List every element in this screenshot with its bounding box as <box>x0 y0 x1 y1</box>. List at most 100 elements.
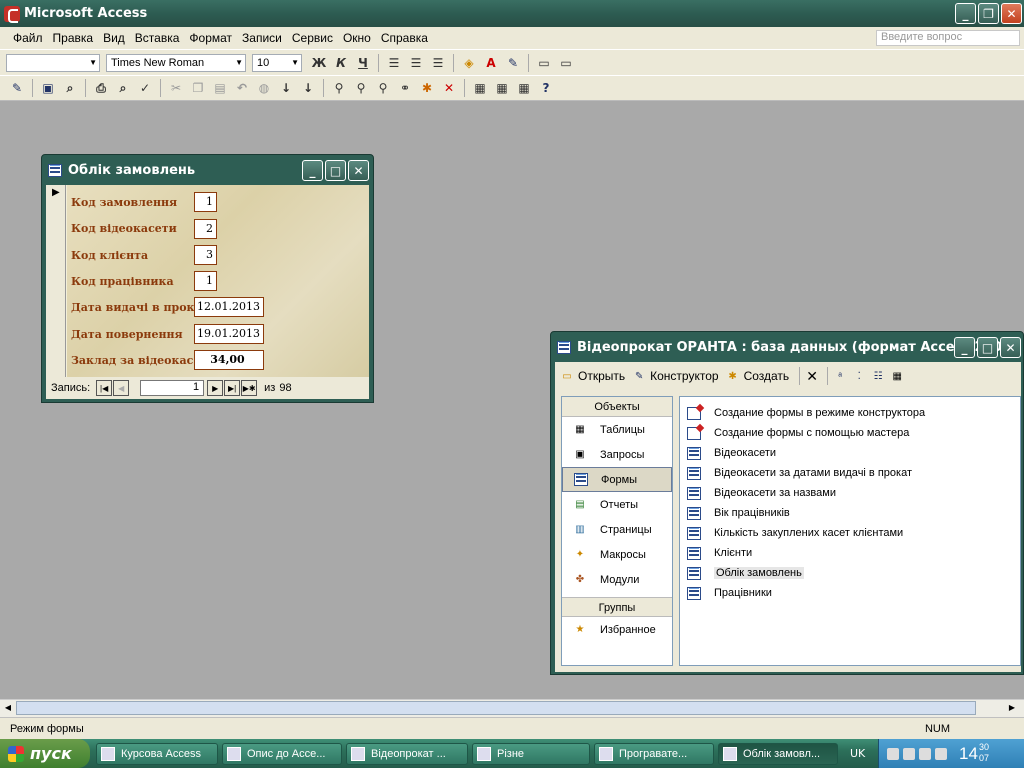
database-window[interactable]: Відеопрокат ОРАНТА : база данных (формат… <box>550 331 1024 675</box>
font-name-combo[interactable]: Times New Roman ▼ <box>106 53 246 72</box>
list-item[interactable]: Создание формы с помощью мастера <box>680 423 1020 443</box>
field-return-date[interactable]: 19.01.2013 <box>194 324 264 344</box>
menu-view[interactable]: Вид <box>103 31 125 45</box>
align-center-icon[interactable]: ☰ <box>406 53 426 73</box>
db-minimize-button[interactable]: _ <box>954 337 975 358</box>
hyperlink-icon[interactable]: ◍ <box>254 78 274 98</box>
prev-record-button[interactable]: ◀ <box>113 380 130 396</box>
border-width-icon[interactable]: ▭ <box>534 53 554 73</box>
new-record-nav-button[interactable]: ▶✱ <box>241 380 258 396</box>
access-app-icon[interactable] <box>4 5 20 23</box>
language-indicator[interactable]: UK <box>850 747 865 760</box>
file-search-icon[interactable]: ⌕ <box>60 78 80 98</box>
print-icon[interactable]: ⎙ <box>91 78 111 98</box>
menu-window[interactable]: Окно <box>343 31 371 45</box>
small-icons-icon[interactable]: ⁚ <box>851 368 867 384</box>
fill-color-icon[interactable]: ◈ <box>459 53 479 73</box>
menu-records[interactable]: Записи <box>242 31 282 45</box>
view-icon[interactable]: ✎ <box>7 78 27 98</box>
taskbar-item[interactable]: Програвате... <box>594 742 714 765</box>
form-close-button[interactable]: ✕ <box>348 160 369 181</box>
menu-edit[interactable]: Правка <box>53 31 94 45</box>
copy-icon[interactable]: ❐ <box>188 78 208 98</box>
object-forms[interactable]: Формы <box>562 467 672 492</box>
list-item-selected[interactable]: Облік замовлень <box>680 563 1020 583</box>
undo-icon[interactable]: ↶ <box>232 78 252 98</box>
taskbar-item[interactable]: Відеопрокат ... <box>346 742 468 765</box>
field-deposit[interactable]: 34,00 <box>194 350 264 370</box>
large-icons-icon[interactable]: ᵃ <box>832 368 848 384</box>
align-left-icon[interactable]: ☰ <box>384 53 404 73</box>
taskbar-item[interactable]: Опис до Acce... <box>222 742 342 765</box>
group-favorites[interactable]: ★ Избранное <box>562 617 672 642</box>
font-color-icon[interactable]: A <box>481 53 501 73</box>
form-maximize-button[interactable]: □ <box>325 160 346 181</box>
cut-icon[interactable]: ✂ <box>166 78 186 98</box>
menu-help[interactable]: Справка <box>381 31 428 45</box>
object-combo[interactable]: ▼ <box>6 53 100 72</box>
object-pages[interactable]: ▥ Страницы <box>562 517 672 542</box>
field-client-code[interactable]: 3 <box>194 245 217 265</box>
help-icon[interactable]: ? <box>536 78 556 98</box>
filter-by-form-icon[interactable]: ⚲ <box>351 78 371 98</box>
delete-record-icon[interactable]: ✕ <box>439 78 459 98</box>
save-icon[interactable]: ▣ <box>38 78 58 98</box>
menu-tools[interactable]: Сервис <box>292 31 333 45</box>
object-queries[interactable]: ▣ Запросы <box>562 442 672 467</box>
form-minimize-button[interactable]: _ <box>302 160 323 181</box>
sort-ascending-icon[interactable]: ↓ <box>276 78 296 98</box>
record-selector[interactable]: ▶ <box>46 185 66 377</box>
object-macros[interactable]: ✦ Макросы <box>562 542 672 567</box>
list-item[interactable]: Создание формы в режиме конструктора <box>680 403 1020 423</box>
italic-button[interactable]: К <box>331 53 351 73</box>
spelling-icon[interactable]: ✓ <box>135 78 155 98</box>
menu-insert[interactable]: Вставка <box>135 31 180 45</box>
list-item[interactable]: Працівники <box>680 583 1020 603</box>
apply-filter-icon[interactable]: ⚲ <box>373 78 393 98</box>
find-icon[interactable]: ⚭ <box>395 78 415 98</box>
clock[interactable]: 14 30 07 <box>959 742 989 764</box>
field-order-code[interactable]: 1 <box>194 192 217 212</box>
db-maximize-button[interactable]: □ <box>977 337 998 358</box>
record-number-input[interactable]: 1 <box>140 380 205 396</box>
menu-file[interactable]: Файл <box>13 31 43 45</box>
db-close-button[interactable]: ✕ <box>1000 337 1021 358</box>
taskbar-item[interactable]: Різне <box>472 742 590 765</box>
next-record-button[interactable]: ▶ <box>207 380 224 396</box>
groups-header[interactable]: Группы <box>562 597 672 617</box>
list-item[interactable]: Кількість закуплених касет клієнтами <box>680 523 1020 543</box>
horizontal-scrollbar[interactable]: ◀ ▶ <box>0 699 1024 717</box>
paste-icon[interactable]: ▤ <box>210 78 230 98</box>
taskbar-item-active[interactable]: Облік замовл... <box>718 742 838 765</box>
object-reports[interactable]: ▤ Отчеты <box>562 492 672 517</box>
list-item[interactable]: Вік працівників <box>680 503 1020 523</box>
properties-icon[interactable]: ▦ <box>470 78 490 98</box>
new-record-icon[interactable]: ✱ <box>417 78 437 98</box>
list-item[interactable]: Клієнти <box>680 543 1020 563</box>
new-object-icon[interactable]: ▦ <box>514 78 534 98</box>
tray-app-icon[interactable] <box>935 747 947 760</box>
scroll-left-icon[interactable]: ◀ <box>0 700 16 716</box>
object-modules[interactable]: ✤ Модули <box>562 567 672 592</box>
list-item[interactable]: Відеокасети за назвами <box>680 483 1020 503</box>
first-record-button[interactable]: |◀ <box>96 380 113 396</box>
new-button[interactable]: ✱ Создать <box>725 368 789 384</box>
volume-icon[interactable] <box>903 747 915 760</box>
filter-by-selection-icon[interactable]: ⚲ <box>329 78 349 98</box>
field-issue-date[interactable]: 12.01.2013 <box>194 297 264 317</box>
delete-icon[interactable]: ✕ <box>804 368 820 384</box>
open-button[interactable]: ▭ Открыть <box>559 368 625 384</box>
form-window[interactable]: Облік замовлень _ □ ✕ ▶ Код замовлення 1… <box>41 154 374 403</box>
field-employee-code[interactable]: 1 <box>194 271 217 291</box>
start-button[interactable]: пуск <box>0 739 90 768</box>
details-view-icon[interactable]: ▦ <box>889 368 905 384</box>
restore-button[interactable]: ❐ <box>978 3 999 24</box>
last-record-button[interactable]: ▶| <box>224 380 241 396</box>
align-right-icon[interactable]: ☰ <box>428 53 448 73</box>
database-window-icon[interactable]: ▦ <box>492 78 512 98</box>
underline-button[interactable]: Ч <box>353 53 373 73</box>
menu-format[interactable]: Формат <box>189 31 232 45</box>
scroll-thumb[interactable] <box>16 701 976 715</box>
line-color-icon[interactable]: ✎ <box>503 53 523 73</box>
ask-question-input[interactable]: Введите вопрос <box>876 30 1020 46</box>
